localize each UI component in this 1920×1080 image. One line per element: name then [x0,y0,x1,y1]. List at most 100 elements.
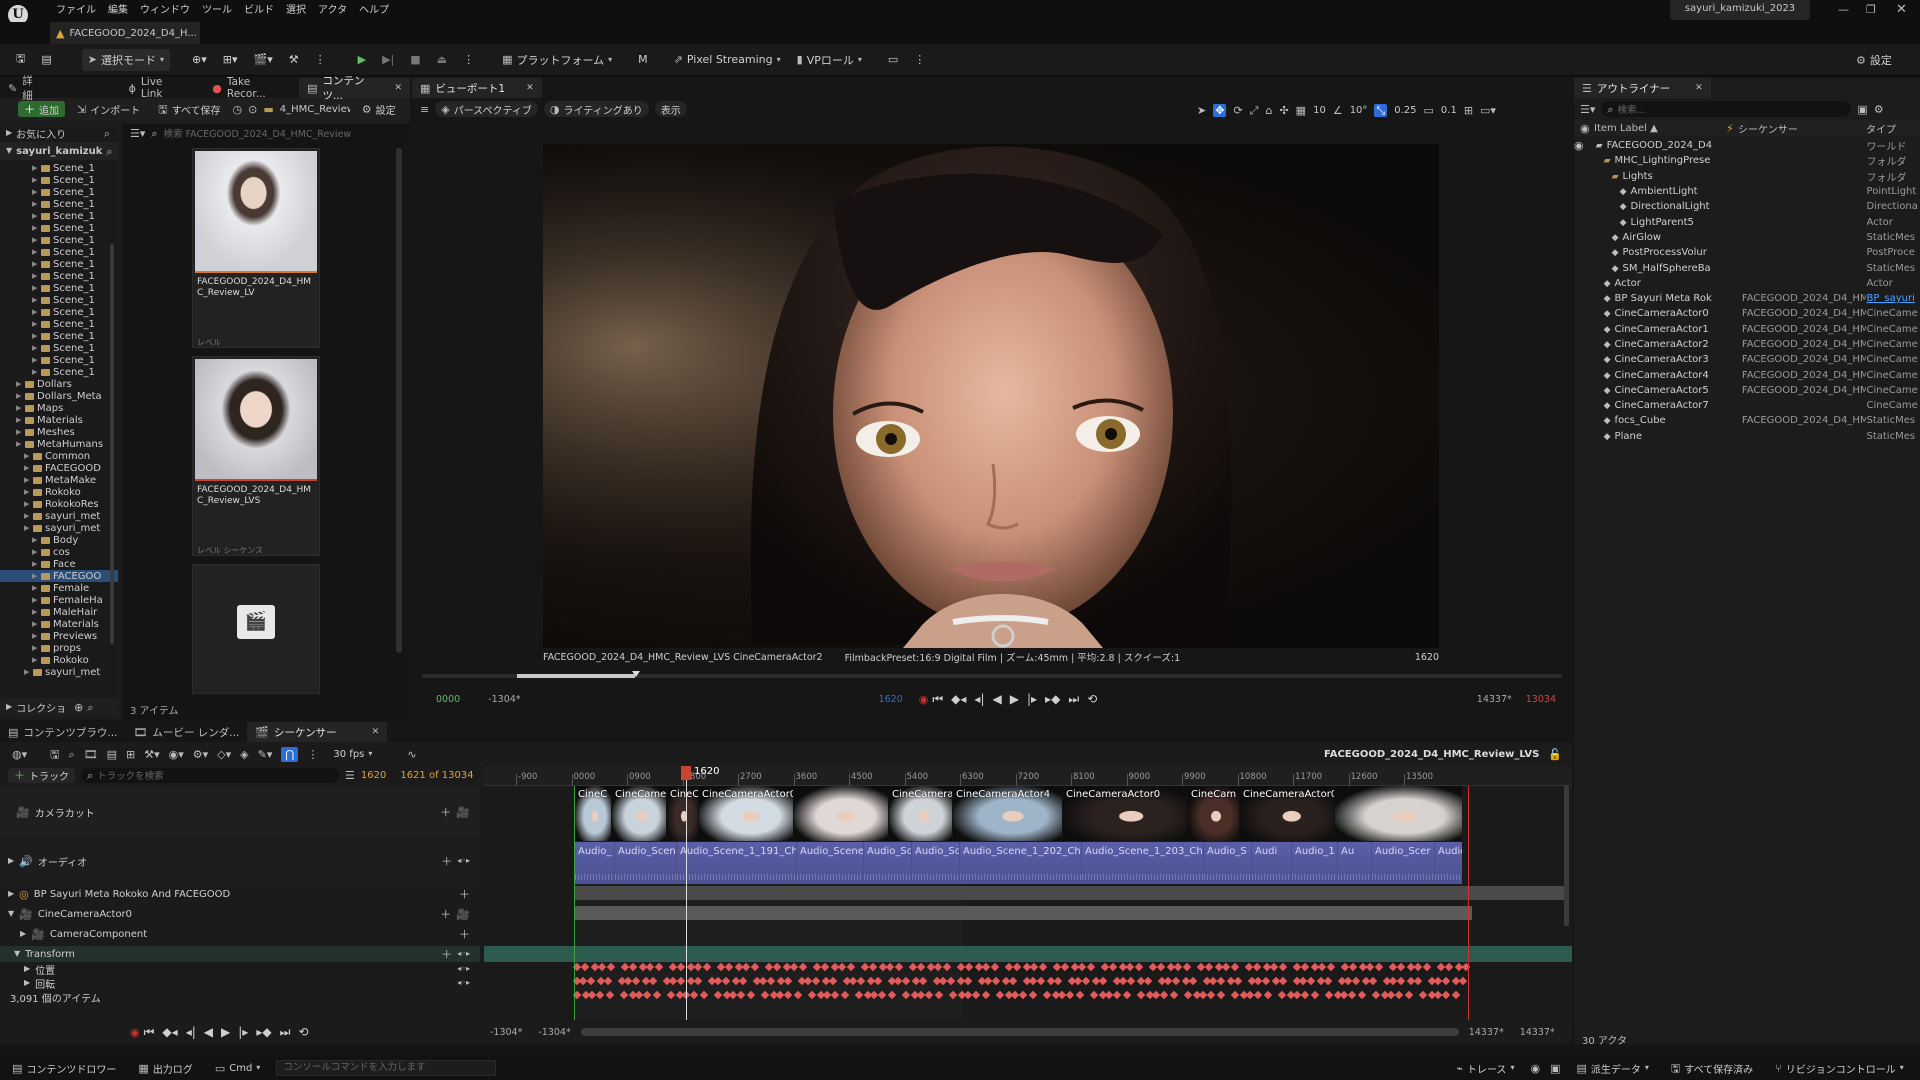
keyframe-marker[interactable] [699,990,709,1000]
keyframe-marker[interactable] [1077,962,1087,972]
track-audio[interactable]: ▶ 🔊 オーディオ ＋ ◂◦▸ [0,840,480,882]
tab-live-link[interactable]: ϕ Live Link [121,76,195,100]
keyframe-marker[interactable] [724,962,734,972]
keyframe-marker[interactable] [1230,962,1240,972]
menu-actor[interactable]: アクタ [312,0,353,16]
keyframe-marker[interactable] [946,976,956,986]
keyframe-marker[interactable] [934,990,944,1000]
chevron-right-icon[interactable]: ▶ [32,188,41,196]
angle-snap-value[interactable]: 10° [1350,105,1368,116]
view-range-end[interactable]: 14337* [1520,1027,1555,1038]
folder-tree-item[interactable]: ▶ Scene_1 [0,174,118,186]
track-camera-cut[interactable]: 🎥 カメラカット ＋ 🎥 [0,786,480,838]
more-icon[interactable]: ⋮ [307,749,318,760]
keyframe-marker[interactable] [1065,990,1075,1000]
camera-cut-clip[interactable]: CineCameraActor0 [1239,786,1334,841]
tab-take-recorder[interactable]: ● Take Recor... [204,76,299,100]
tab-content[interactable]: ▤ コンテンツ... ✕ [299,75,410,102]
camera-lock-icon[interactable]: 🎥 [456,909,470,920]
outliner-row[interactable]: ◆ AmbientLight PointLight [1574,184,1920,199]
chevron-right-icon[interactable]: ▶ [32,332,41,340]
header-item-label[interactable]: Item Label ▲ [1594,123,1726,134]
keyframe-marker[interactable] [885,962,895,972]
keyframe-marker[interactable] [1278,962,1288,972]
keyframe-marker[interactable] [901,990,911,1000]
keyframe-marker[interactable] [1036,976,1046,986]
folder-tree-item[interactable]: ▶ sayuri_met [0,666,118,678]
folder-tree-item[interactable]: ▶ Rokoko [0,654,118,666]
keyframe-marker[interactable] [1444,962,1454,972]
viewport-range-start[interactable]: -1304* [488,694,520,705]
menu-build[interactable]: ビルド [238,0,280,16]
render-icon[interactable]: 🎞 [84,749,98,760]
keyframe-marker[interactable] [1451,990,1461,1000]
keyframe-marker[interactable] [713,990,723,1000]
keyframe-marker[interactable] [693,962,703,972]
gear-icon[interactable]: ⚙ [1874,104,1884,115]
tab-content-browser[interactable]: ▤ コンテンツブラウ... [0,722,125,742]
outliner-row[interactable]: ◆focs_CubeFACEGOOD_2024_D4_HMC_IStaticMe… [1574,413,1920,428]
keyframe-marker[interactable] [1263,990,1273,1000]
keyframe-marker[interactable] [1347,990,1357,1000]
keyframe-marker[interactable] [741,962,751,972]
keyframe-marker[interactable] [1125,962,1135,972]
keyframe-marker[interactable] [1441,976,1451,986]
outliner-row[interactable]: ◆ LightParent5 Actor [1574,214,1920,229]
pixel-streaming-button[interactable]: ⇗ Pixel Streaming ▾ [668,49,787,71]
minimize-icon[interactable]: — [1838,4,1849,15]
keyframe-marker[interactable] [766,976,776,986]
chevron-right-icon[interactable]: ▶ [32,344,41,352]
more-icon[interactable]: ⋮ [908,49,931,71]
menu-help[interactable]: ヘルプ [353,0,395,16]
audio-clip[interactable]: Audio_ [1434,842,1462,884]
timeline-hscrollbar[interactable] [580,1028,1459,1036]
tab-sequencer[interactable]: 🎬 シーケンサー ✕ [247,722,388,742]
chevron-right-icon[interactable]: ▶ [32,596,41,604]
jump-end-icon[interactable]: ⏭ [1068,692,1079,707]
keyframe-marker[interactable] [1374,962,1384,972]
keyframe-marker[interactable] [1230,990,1240,1000]
track-transform[interactable]: ▼ Transform ＋ ◂◦▸ [0,946,480,962]
keyframe-marker[interactable] [1038,962,1048,972]
chevron-right-icon[interactable]: ▶ [32,164,41,172]
outliner-row[interactable]: ◆ Plane StaticMes [1574,429,1920,444]
asset-tile-clapper[interactable]: 🎬 [192,564,320,694]
outliner-row[interactable]: ◆CineCameraActor3FACEGOOD_2024_D4_HMC_IC… [1574,352,1920,367]
world-icon[interactable]: ⌂ [1265,105,1272,116]
playhead-line[interactable] [686,776,687,1020]
folder-tree-item[interactable]: ▶ Scene_1 [0,234,118,246]
tab-details[interactable]: ✎ 詳細 [0,75,51,102]
track-bp-sayuri[interactable]: ▶ ◎ BP Sayuri Meta Rokoko And FACEGOOD ＋ [0,884,480,904]
outliner-row[interactable]: ◆CineCameraActor0FACEGOOD_2024_D4_HMC_IC… [1574,306,1920,321]
tools-icon[interactable]: ⚒▾ [144,749,159,760]
viewport-start-frame[interactable]: 0000 [436,694,460,705]
keyframe-marker[interactable] [595,990,605,1000]
folder-tree-item[interactable]: ▶ Scene_1 [0,318,118,330]
folder-tree-item[interactable]: ▶ Common [0,450,118,462]
close-icon[interactable]: ✕ [1695,83,1703,93]
keyframe-marker[interactable] [1252,962,1262,972]
close-icon[interactable]: ✕ [1896,3,1907,16]
chevron-right-icon[interactable]: ▶ [16,404,25,412]
next-key-icon[interactable]: ▸◆ [256,1025,271,1039]
outliner-row[interactable]: ▰ MHC_LightingPrese フォルダ [1574,153,1920,168]
mode-select-button[interactable]: ➤ 選択モード ▾ [81,48,171,71]
search-icon[interactable]: ⌕ [104,128,110,139]
chevron-right-icon[interactable]: ▶ [16,392,25,400]
keyframe-marker[interactable] [1028,990,1038,1000]
plus-icon[interactable]: ＋ [440,807,451,818]
folder-tree-item[interactable]: ▶ cos [0,546,118,558]
keyframe-marker[interactable] [772,962,782,972]
asset-search-input[interactable]: 検索 FACEGOOD_2024_D4_HMC_Review [164,126,394,140]
timeline-ruler[interactable]: -900 0000 0900 1800 2700 3600 4500 5400 6300 7200… [484,766,1572,786]
keyframe-marker[interactable] [1269,962,1279,972]
root-folder-header[interactable]: ▼ sayuri_kamizuk ⌕ [0,142,118,160]
outliner-search-input[interactable]: ⌕ 検索... [1601,101,1852,117]
folder-tree-item[interactable]: ▶ Scene_1 [0,162,118,174]
content-drawer-button[interactable]: ▤ コンテンツドロワー [6,1059,122,1077]
filter-icon[interactable]: ☰▾ [130,128,145,139]
grid-snap-value[interactable]: 10 [1313,105,1326,116]
chevron-right-icon[interactable]: ▶ [32,272,41,280]
visibility-icon[interactable]: ◉ [1574,140,1588,151]
scale-snap-icon[interactable]: ⤡ [1374,103,1388,117]
